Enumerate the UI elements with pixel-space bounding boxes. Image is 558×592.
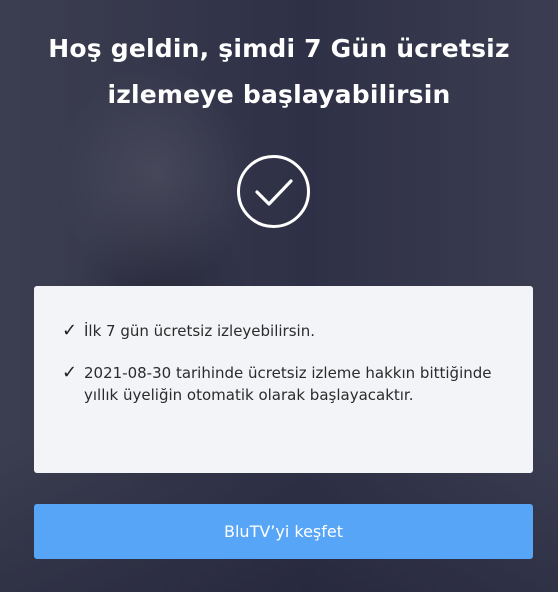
explore-button[interactable]: BluTV’yi keşfet [34,504,533,559]
explore-button-label: BluTV’yi keşfet [224,522,343,541]
checkmark-icon [255,179,293,206]
info-item-text: İlk 7 gün ücretsiz izleyebilirsin. [84,322,315,340]
check-circle-icon [237,155,310,228]
welcome-title-line1: Hoş geldin, şimdi 7 Gün ücretsiz [48,34,510,63]
info-item-renewal: ✓ 2021-08-30 tarihinde ücretsiz izleme h… [62,362,513,406]
checkmark-icon: ✓ [62,362,78,383]
info-item-text: 2021-08-30 tarihinde ücretsiz izleme hak… [84,364,492,404]
info-item-trial: ✓ İlk 7 gün ücretsiz izleyebilirsin. [62,320,513,342]
welcome-title-line2: izlemeye başlayabilirsin [107,80,451,109]
welcome-title: Hoş geldin, şimdi 7 Gün ücretsiz izlemey… [30,26,528,118]
info-card: ✓ İlk 7 gün ücretsiz izleyebilirsin. ✓ 2… [34,286,533,473]
checkmark-icon: ✓ [62,320,78,341]
